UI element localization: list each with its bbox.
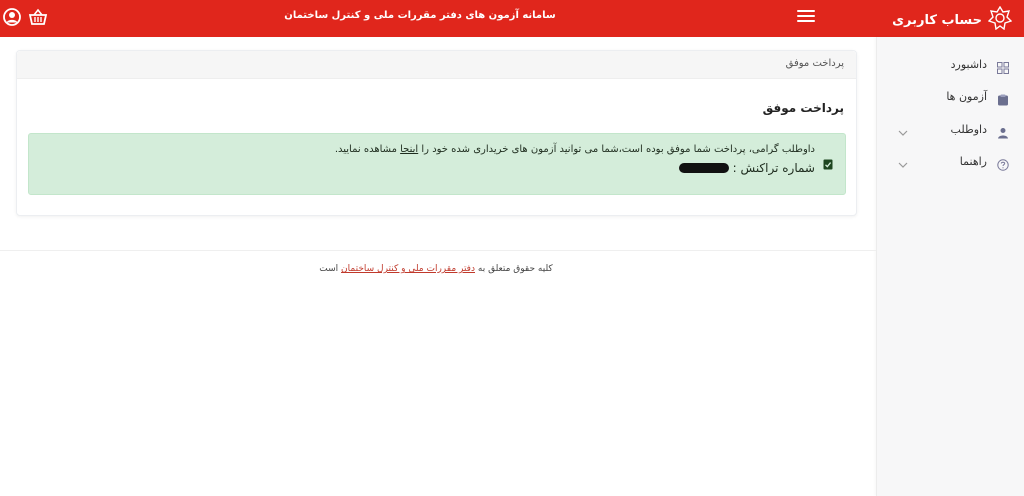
footer-text-end: است xyxy=(319,264,339,274)
sidebar: داشبورد آزمون ها داوطلب راهنما xyxy=(876,37,1024,496)
redacted-transaction-number xyxy=(678,163,729,173)
message-text-end: مشاهده نمایید. xyxy=(334,144,397,155)
footer-link[interactable]: دفتر مقررات ملی و کنترل ساختمان xyxy=(341,264,475,274)
card-header: پرداخت موفق xyxy=(17,51,856,79)
top-header: سامانه آزمون های دفتر مقررات ملی و کنترل… xyxy=(0,0,1024,37)
sidebar-item-exams[interactable]: آزمون ها xyxy=(877,88,1024,108)
sidebar-item-label: داشبورد xyxy=(950,58,987,71)
brand-logo-icon xyxy=(987,5,1013,34)
footer: کلیه حقوق متعلق به دفتر مقررات ملی و کنت… xyxy=(0,264,872,274)
site-title: سامانه آزمون های دفتر مقررات ملی و کنترل… xyxy=(284,10,556,21)
footer-text: کلیه حقوق متعلق به xyxy=(477,264,553,274)
payment-result-card: پرداخت موفق پرداخت موفق داوطلب گرامی، پر… xyxy=(16,50,857,216)
header-actions xyxy=(2,7,48,27)
sidebar-item-label: داوطلب xyxy=(950,123,987,136)
sidebar-item-candidate[interactable]: داوطلب xyxy=(877,121,1024,141)
sidebar-item-label: آزمون ها xyxy=(946,90,987,103)
chevron-down-icon[interactable] xyxy=(897,124,909,136)
check-square-icon xyxy=(823,155,833,170)
message-text: داوطلب گرامی، پرداخت شما موفق بوده است،ش… xyxy=(421,144,815,155)
user-icon xyxy=(997,124,1009,139)
view-exams-link[interactable]: اینجا xyxy=(400,144,418,155)
transaction-row: شماره تراکنش : xyxy=(678,161,815,175)
success-message: داوطلب گرامی، پرداخت شما موفق بوده است،ش… xyxy=(335,144,815,155)
sidebar-item-label: راهنما xyxy=(959,155,987,168)
basket-icon[interactable] xyxy=(28,7,48,27)
transaction-label: شماره تراکنش : xyxy=(732,161,815,175)
help-circle-icon xyxy=(997,156,1009,171)
grid-icon xyxy=(997,59,1009,74)
brand[interactable]: حساب کاربری xyxy=(892,5,1013,34)
page-title: پرداخت موفق xyxy=(762,101,844,115)
sidebar-item-help[interactable]: راهنما xyxy=(877,153,1024,173)
footer-divider xyxy=(0,250,876,251)
success-alert: داوطلب گرامی، پرداخت شما موفق بوده است،ش… xyxy=(28,133,846,195)
brand-title: حساب کاربری xyxy=(892,12,982,28)
user-circle-icon[interactable] xyxy=(2,7,22,27)
hamburger-menu-icon[interactable] xyxy=(797,7,815,25)
chevron-down-icon[interactable] xyxy=(897,156,909,168)
sidebar-item-dashboard[interactable]: داشبورد xyxy=(877,56,1024,76)
clipboard-icon xyxy=(997,91,1009,106)
